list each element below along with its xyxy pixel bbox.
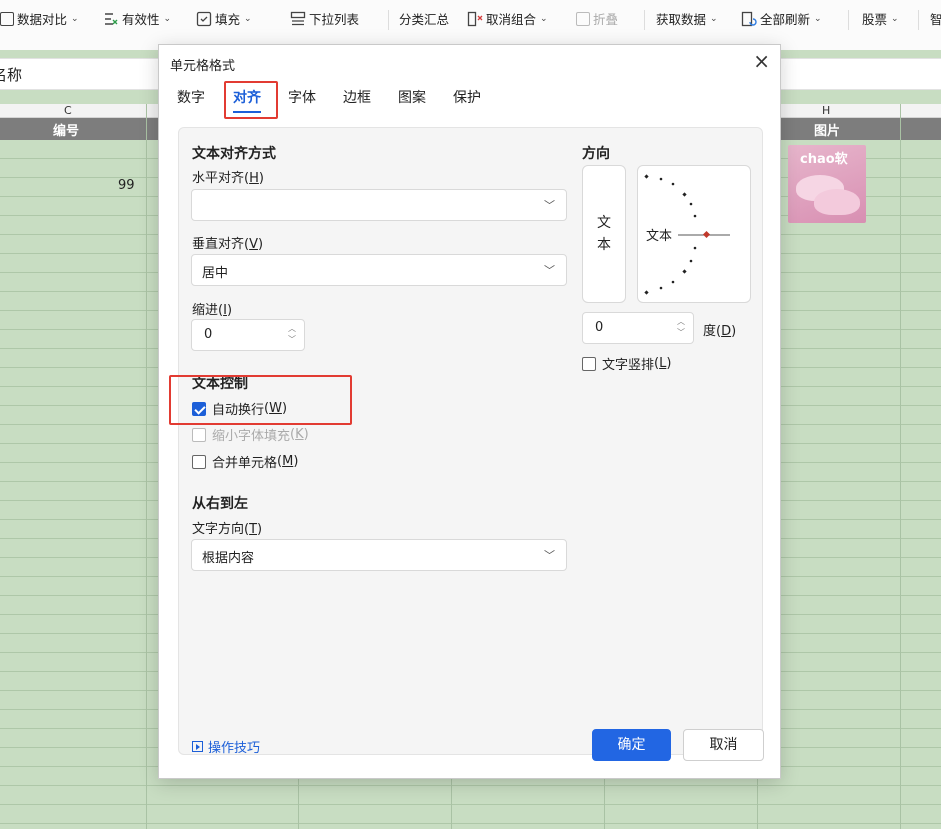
horizontal-align-label: 水平对齐(H) — [192, 171, 264, 186]
tab-border[interactable]: 边框 — [343, 87, 371, 107]
chevron-down-icon: ⌄ — [814, 13, 822, 24]
column-divider — [900, 104, 901, 829]
checkbox-box — [582, 356, 596, 371]
data-compare-button[interactable]: 数据对比 ⌄ — [0, 9, 79, 28]
indent-stepper[interactable]: 0 ︿ ﹀ — [191, 319, 305, 351]
dialog-title: 单元格格式 — [170, 59, 236, 74]
format-cells-dialog: 单元格格式 × 数字 对齐 字体 边框 图案 保护 文本对齐方式 水平对齐(H)… — [158, 44, 781, 779]
shrink-to-fit-checkbox[interactable]: 缩小字体填充(K) — [192, 425, 309, 444]
text-direction-label: 文字方向(T) — [192, 522, 263, 537]
orientation-dial-text: 文本 — [646, 229, 673, 244]
column-header-h[interactable]: H — [822, 104, 830, 117]
chevron-down-icon: ⌄ — [244, 13, 252, 24]
stocks-button[interactable]: 股票 ⌄ — [862, 9, 899, 28]
chevron-down-icon: ⌄ — [710, 13, 718, 24]
slipper-shape — [814, 189, 860, 215]
chevron-down-icon: ⌄ — [163, 13, 172, 24]
smart-button[interactable]: 智 — [930, 9, 941, 28]
fill-icon — [196, 11, 212, 27]
header-cell-id[interactable]: 编号 — [53, 120, 79, 139]
vertical-align-label: 垂直对齐(V) — [192, 237, 264, 252]
vertical-text-orientation[interactable]: 文 本 — [582, 165, 626, 303]
ribbon-toolbar: 数据对比 ⌄ 有效性 ⌄ 填充 ⌄ 下拉列表 分类汇总 取消组合 ⌄ 折叠 获取数据 ⌄ — [0, 0, 941, 50]
toolbar-divider — [918, 10, 919, 30]
checkbox-box — [192, 454, 206, 469]
vertical-align-value: 居中 — [202, 266, 229, 281]
section-title-text-alignment: 文本对齐方式 — [192, 146, 276, 162]
ungroup-icon — [467, 11, 483, 27]
section-title-right-to-left: 从右到左 — [192, 496, 248, 512]
ok-button[interactable]: 确定 — [592, 729, 671, 761]
degree-value: 0 — [595, 320, 604, 335]
toolbar-divider — [644, 10, 645, 30]
validity-icon — [103, 11, 119, 27]
chevron-down-icon: ⌄ — [891, 13, 899, 24]
tips-link[interactable]: 操作技巧 — [192, 737, 260, 756]
vertical-align-select[interactable]: 居中 ﹀ — [191, 254, 567, 286]
tab-pattern[interactable]: 图案 — [398, 87, 426, 107]
toolbar-divider — [848, 10, 849, 30]
indent-value: 0 — [204, 327, 213, 342]
highlight-box-text-control — [169, 375, 352, 425]
tab-number[interactable]: 数字 — [177, 87, 205, 107]
merge-cells-checkbox[interactable]: 合并单元格(M) — [192, 452, 298, 471]
close-icon[interactable]: × — [753, 49, 770, 73]
dropdown-list-icon — [290, 11, 306, 27]
chevron-down-icon: ⌄ — [540, 13, 548, 24]
horizontal-align-select[interactable]: ﹀ — [191, 189, 567, 221]
text-direction-value: 根据内容 — [202, 551, 255, 566]
column-divider — [146, 104, 147, 829]
degree-stepper[interactable]: 0 ︿ ﹀ — [582, 312, 694, 344]
chevron-down-icon: ⌄ — [71, 13, 79, 24]
header-cell-image[interactable]: 图片 — [814, 120, 840, 139]
refresh-icon — [741, 11, 757, 27]
ungroup-button[interactable]: 取消组合 ⌄ — [467, 9, 548, 28]
dropdown-list-button[interactable]: 下拉列表 — [290, 9, 359, 28]
data-compare-icon — [0, 11, 14, 26]
stepper-arrows-icon: ︿ ﹀ — [288, 324, 296, 344]
indent-label: 缩进(I) — [192, 303, 233, 318]
collapse-icon — [576, 11, 590, 26]
cancel-button[interactable]: 取消 — [683, 729, 764, 761]
name-box-text: 名称 — [0, 66, 23, 84]
fill-button[interactable]: 填充 ⌄ — [196, 9, 252, 28]
thumbnail-brand-text: chao软 — [800, 152, 848, 167]
product-thumbnail[interactable]: chao软 — [788, 145, 866, 223]
toolbar-divider — [388, 10, 389, 30]
tab-font[interactable]: 字体 — [288, 87, 316, 107]
cell-c-value[interactable]: 99 — [118, 178, 135, 193]
checkbox-box — [192, 427, 206, 442]
tab-protection[interactable]: 保护 — [453, 87, 481, 107]
column-header-c[interactable]: C — [64, 104, 72, 117]
orientation-dial[interactable]: 文本 — [637, 165, 751, 303]
stepper-arrows-icon: ︿ ﹀ — [677, 317, 685, 337]
text-direction-select[interactable]: 根据内容 ﹀ — [191, 539, 567, 571]
chevron-down-icon: ﹀ — [544, 199, 555, 212]
play-icon — [192, 741, 203, 752]
chevron-down-icon: ﹀ — [544, 264, 555, 277]
chevron-down-icon: ﹀ — [544, 549, 555, 562]
collapse-button[interactable]: 折叠 — [576, 9, 618, 28]
get-data-button[interactable]: 获取数据 ⌄ — [656, 9, 718, 28]
degree-label: 度(D) — [703, 324, 737, 339]
subtotal-button[interactable]: 分类汇总 — [399, 9, 449, 28]
refresh-all-button[interactable]: 全部刷新 ⌄ — [741, 9, 822, 28]
highlight-box-alignment-tab — [224, 81, 278, 119]
validity-button[interactable]: 有效性 ⌄ — [103, 9, 171, 28]
stacked-text-checkbox[interactable]: 文字竖排(L) — [582, 354, 671, 373]
section-title-orientation: 方向 — [582, 146, 610, 162]
